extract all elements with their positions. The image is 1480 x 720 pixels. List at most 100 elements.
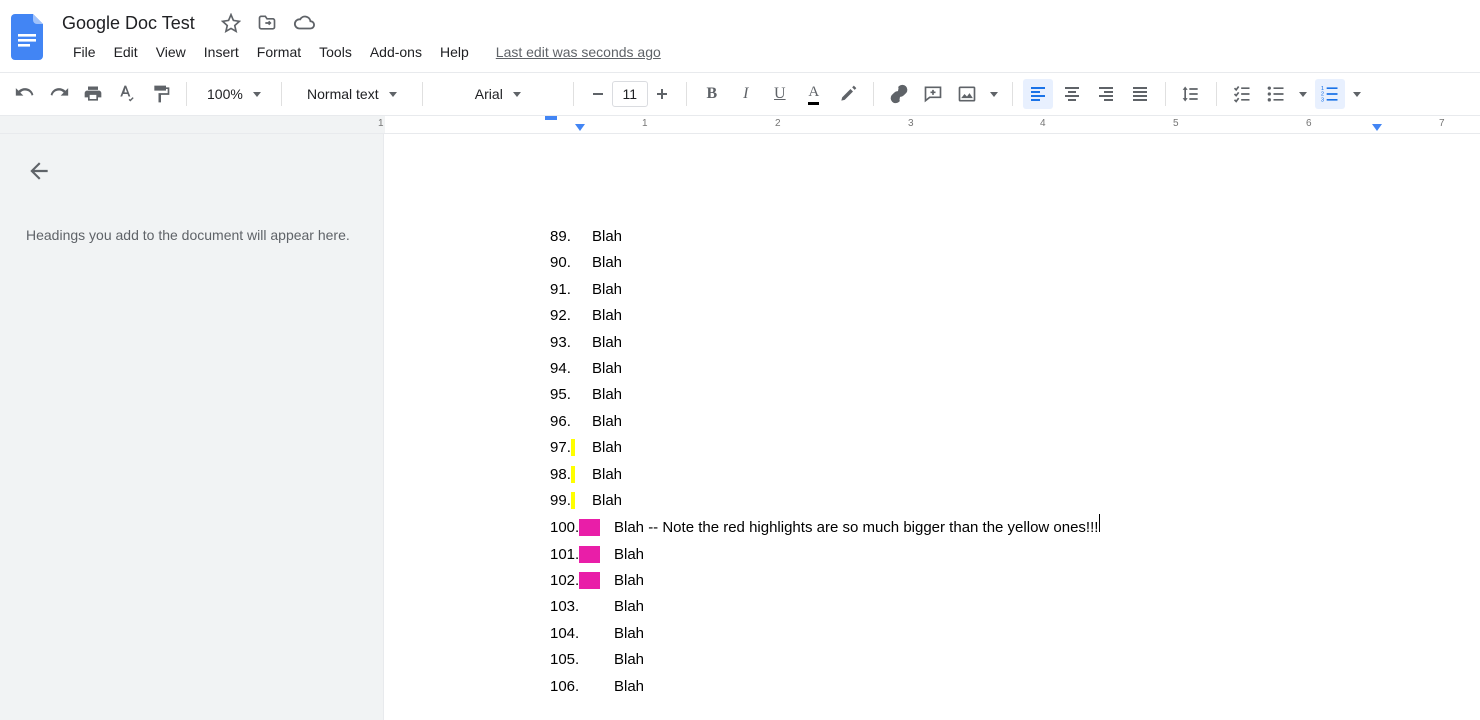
list-number: 91. xyxy=(550,277,592,303)
separator xyxy=(186,82,187,106)
print-button[interactable] xyxy=(78,79,108,109)
document-line[interactable]: 96. Blah xyxy=(550,409,1480,435)
menu-tools[interactable]: Tools xyxy=(310,38,361,66)
fontsize-increase[interactable] xyxy=(648,79,676,109)
document-line[interactable]: 89. Blah xyxy=(550,224,1480,250)
line-text: Blah xyxy=(592,277,622,303)
move-icon[interactable] xyxy=(257,13,277,33)
workspace: Headings you add to the document will ap… xyxy=(0,134,1480,720)
toolbar: 100% Normal text Arial B I U A 123 xyxy=(0,72,1480,116)
list-number: 92. xyxy=(550,303,592,329)
menu-edit[interactable]: Edit xyxy=(105,38,147,66)
list-number: 94. xyxy=(550,356,592,382)
text-color-button[interactable]: A xyxy=(799,79,829,109)
document-line[interactable]: 94. Blah xyxy=(550,356,1480,382)
insert-image-button[interactable] xyxy=(952,79,982,109)
bulleted-list-dropdown[interactable] xyxy=(1295,79,1311,109)
document-page[interactable]: 89. Blah90. Blah91. Blah92. Blah93. Blah… xyxy=(384,134,1480,720)
separator xyxy=(1012,82,1013,106)
docs-logo[interactable] xyxy=(10,13,46,61)
align-right-button[interactable] xyxy=(1091,79,1121,109)
redo-button[interactable] xyxy=(44,79,74,109)
document-line[interactable]: 90. Blah xyxy=(550,250,1480,276)
line-text: Blah xyxy=(614,674,644,700)
document-line[interactable]: 102. Blah xyxy=(550,568,1480,594)
document-line[interactable]: 98. Blah xyxy=(550,462,1480,488)
line-text: Blah xyxy=(592,250,622,276)
list-number: 90. xyxy=(550,250,592,276)
document-line[interactable]: 97. Blah xyxy=(550,435,1480,461)
ruler[interactable]: 1 1 2 3 4 5 6 7 xyxy=(0,116,1480,134)
text-cursor xyxy=(1099,514,1100,532)
list-number: 106. xyxy=(550,674,614,700)
menu-help[interactable]: Help xyxy=(431,38,478,66)
highlight-span xyxy=(571,439,575,456)
menu-format[interactable]: Format xyxy=(248,38,310,66)
spellcheck-button[interactable] xyxy=(112,79,142,109)
cloud-icon[interactable] xyxy=(293,13,315,33)
underline-button[interactable]: U xyxy=(765,79,795,109)
zoom-dropdown[interactable]: 100% xyxy=(197,79,271,109)
paint-format-button[interactable] xyxy=(146,79,176,109)
document-line[interactable]: 92. Blah xyxy=(550,303,1480,329)
add-comment-button[interactable] xyxy=(918,79,948,109)
font-dropdown[interactable]: Arial xyxy=(433,79,563,109)
undo-button[interactable] xyxy=(10,79,40,109)
list-number: 96. xyxy=(550,409,592,435)
line-text: Blah xyxy=(592,488,622,514)
separator xyxy=(686,82,687,106)
document-line[interactable]: 91. Blah xyxy=(550,277,1480,303)
line-text: Blah xyxy=(592,356,622,382)
outline-collapse-button[interactable] xyxy=(26,158,357,184)
italic-button[interactable]: I xyxy=(731,79,761,109)
list-number: 100. xyxy=(550,515,614,541)
image-dropdown[interactable] xyxy=(986,79,1002,109)
document-line[interactable]: 104. Blah xyxy=(550,621,1480,647)
document-line[interactable]: 105. Blah xyxy=(550,647,1480,673)
document-line[interactable]: 93. Blah xyxy=(550,330,1480,356)
document-line[interactable]: 95. Blah xyxy=(550,382,1480,408)
align-left-button[interactable] xyxy=(1023,79,1053,109)
page-scroll-area[interactable]: 89. Blah90. Blah91. Blah92. Blah93. Blah… xyxy=(384,134,1480,720)
line-text: Blah xyxy=(592,462,622,488)
line-text: Blah xyxy=(592,224,622,250)
bold-button[interactable]: B xyxy=(697,79,727,109)
align-justify-button[interactable] xyxy=(1125,79,1155,109)
line-text: Blah xyxy=(592,330,622,356)
document-line[interactable]: 99. Blah xyxy=(550,488,1480,514)
align-center-button[interactable] xyxy=(1057,79,1087,109)
document-title[interactable]: Google Doc Test xyxy=(56,11,201,36)
menu-file[interactable]: File xyxy=(64,38,105,66)
numbered-list-button[interactable]: 123 xyxy=(1315,79,1345,109)
highlight-button[interactable] xyxy=(833,79,863,109)
last-edit-link[interactable]: Last edit was seconds ago xyxy=(496,44,661,60)
highlight-span xyxy=(571,466,575,483)
star-icon[interactable] xyxy=(221,13,241,33)
numbered-list-dropdown[interactable] xyxy=(1349,79,1365,109)
line-text: Blah xyxy=(614,647,644,673)
line-text: Blah -- Note the red highlights are so m… xyxy=(614,515,1098,541)
list-number: 102. xyxy=(550,568,614,594)
line-text: Blah xyxy=(592,409,622,435)
fontsize-input[interactable] xyxy=(612,81,648,107)
insert-link-button[interactable] xyxy=(884,79,914,109)
fontsize-decrease[interactable] xyxy=(584,79,612,109)
document-line[interactable]: 101. Blah xyxy=(550,542,1480,568)
menu-view[interactable]: View xyxy=(147,38,195,66)
highlight-span xyxy=(579,572,600,589)
line-spacing-button[interactable] xyxy=(1176,79,1206,109)
list-number: 93. xyxy=(550,330,592,356)
document-line[interactable]: 106. Blah xyxy=(550,674,1480,700)
separator xyxy=(873,82,874,106)
menu-addons[interactable]: Add-ons xyxy=(361,38,431,66)
document-line[interactable]: 100. Blah -- Note the red highlights are… xyxy=(550,514,1480,541)
line-text: Blah xyxy=(614,594,644,620)
highlight-span xyxy=(571,492,575,509)
menu-insert[interactable]: Insert xyxy=(195,38,248,66)
document-line[interactable]: 103. Blah xyxy=(550,594,1480,620)
list-number: 104. xyxy=(550,621,614,647)
bulleted-list-button[interactable] xyxy=(1261,79,1291,109)
style-dropdown[interactable]: Normal text xyxy=(292,79,412,109)
checklist-button[interactable] xyxy=(1227,79,1257,109)
outline-placeholder: Headings you add to the document will ap… xyxy=(26,224,357,246)
